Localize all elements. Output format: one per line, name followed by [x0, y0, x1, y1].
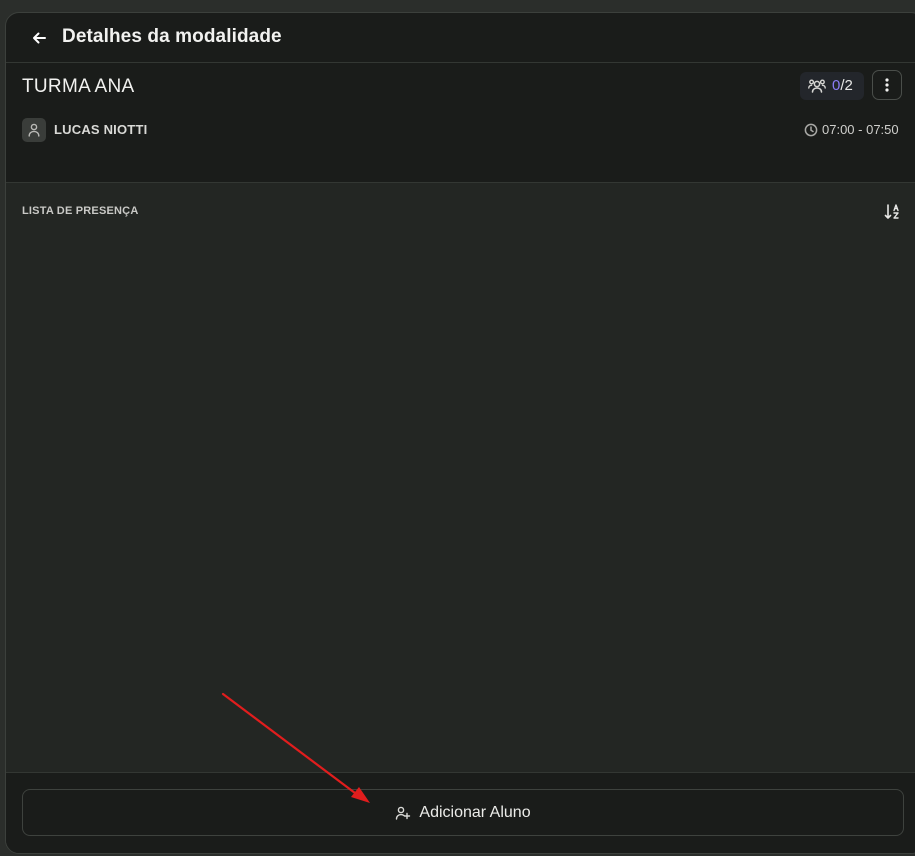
attendance-list-title: LISTA DE PRESENÇA	[22, 205, 139, 217]
back-button[interactable]	[28, 27, 50, 49]
sort-alpha-icon	[884, 204, 899, 219]
page-header: Detalhes da modalidade	[6, 13, 915, 63]
schedule-time: 07:00 - 07:50	[822, 122, 899, 137]
user-plus-icon	[396, 806, 411, 820]
more-options-button[interactable]	[872, 70, 902, 100]
attendance-list-section: LISTA DE PRESENÇA	[6, 183, 915, 772]
capacity-badge: 0/2	[800, 72, 864, 100]
teacher-avatar	[22, 118, 46, 142]
page-title: Detalhes da modalidade	[62, 26, 282, 47]
class-name: TURMA ANA	[22, 76, 135, 97]
modality-details-panel: Detalhes da modalidade TURMA ANA 0/2 LUC…	[5, 12, 915, 854]
capacity-total: 2	[844, 77, 853, 94]
page-footer: Adicionar Aluno	[6, 772, 915, 853]
class-info-section: TURMA ANA 0/2 LUCAS NIOTTI 07:00 - 07:50	[6, 63, 915, 183]
class-schedule: 07:00 - 07:50	[804, 122, 899, 137]
user-icon	[28, 123, 40, 137]
clock-icon	[804, 123, 818, 136]
kebab-menu-icon	[885, 78, 889, 92]
sort-alpha-button[interactable]	[882, 201, 904, 223]
add-student-label: Adicionar Aluno	[419, 803, 531, 821]
users-group-icon	[808, 79, 826, 93]
teacher-name: LUCAS NIOTTI	[54, 122, 148, 137]
arrow-left-icon	[33, 32, 46, 44]
add-student-button[interactable]: Adicionar Aluno	[22, 789, 904, 836]
